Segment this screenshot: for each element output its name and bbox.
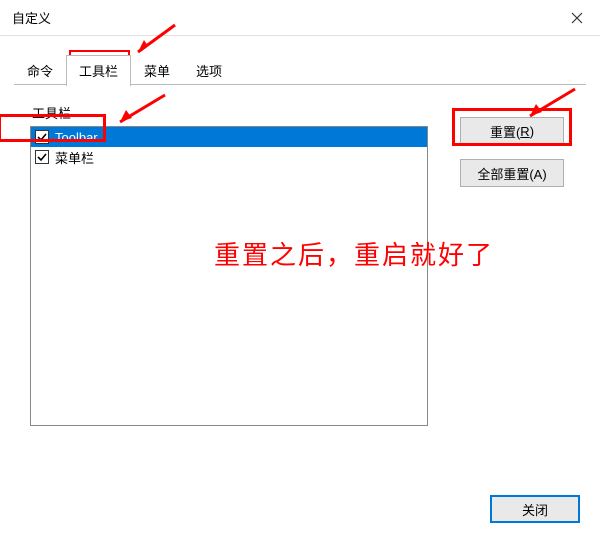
list-item-menubar[interactable]: 菜单栏 — [31, 147, 427, 167]
close-window-button[interactable] — [554, 0, 600, 36]
list-item-toolbar[interactable]: Toolbar — [31, 127, 427, 147]
tab-commands[interactable]: 命令 — [14, 55, 66, 86]
reset-all-button[interactable]: 全部重置(A) — [460, 159, 564, 187]
window-title: 自定义 — [12, 8, 51, 27]
tab-toolbars[interactable]: 工具栏 — [66, 55, 131, 86]
list-item-label: 菜单栏 — [55, 148, 94, 167]
reset-label-prefix: 重置( — [490, 122, 520, 141]
close-button[interactable]: 关闭 — [490, 495, 580, 523]
check-icon — [37, 152, 47, 162]
reset-label-suffix: ) — [530, 124, 534, 139]
tab-bar: 命令 工具栏 菜单 选项 — [0, 36, 600, 85]
checkbox-toolbar[interactable] — [35, 130, 49, 144]
close-icon — [571, 12, 583, 24]
check-icon — [37, 132, 47, 142]
reset-button[interactable]: 重置(R) — [460, 117, 564, 145]
tab-options[interactable]: 选项 — [183, 55, 235, 86]
tab-menus[interactable]: 菜单 — [131, 55, 183, 86]
reset-accel: R — [520, 124, 529, 139]
checkbox-menubar[interactable] — [35, 150, 49, 164]
list-item-label: Toolbar — [55, 130, 98, 145]
toolbars-listbox[interactable]: Toolbar 菜单栏 — [30, 126, 428, 426]
